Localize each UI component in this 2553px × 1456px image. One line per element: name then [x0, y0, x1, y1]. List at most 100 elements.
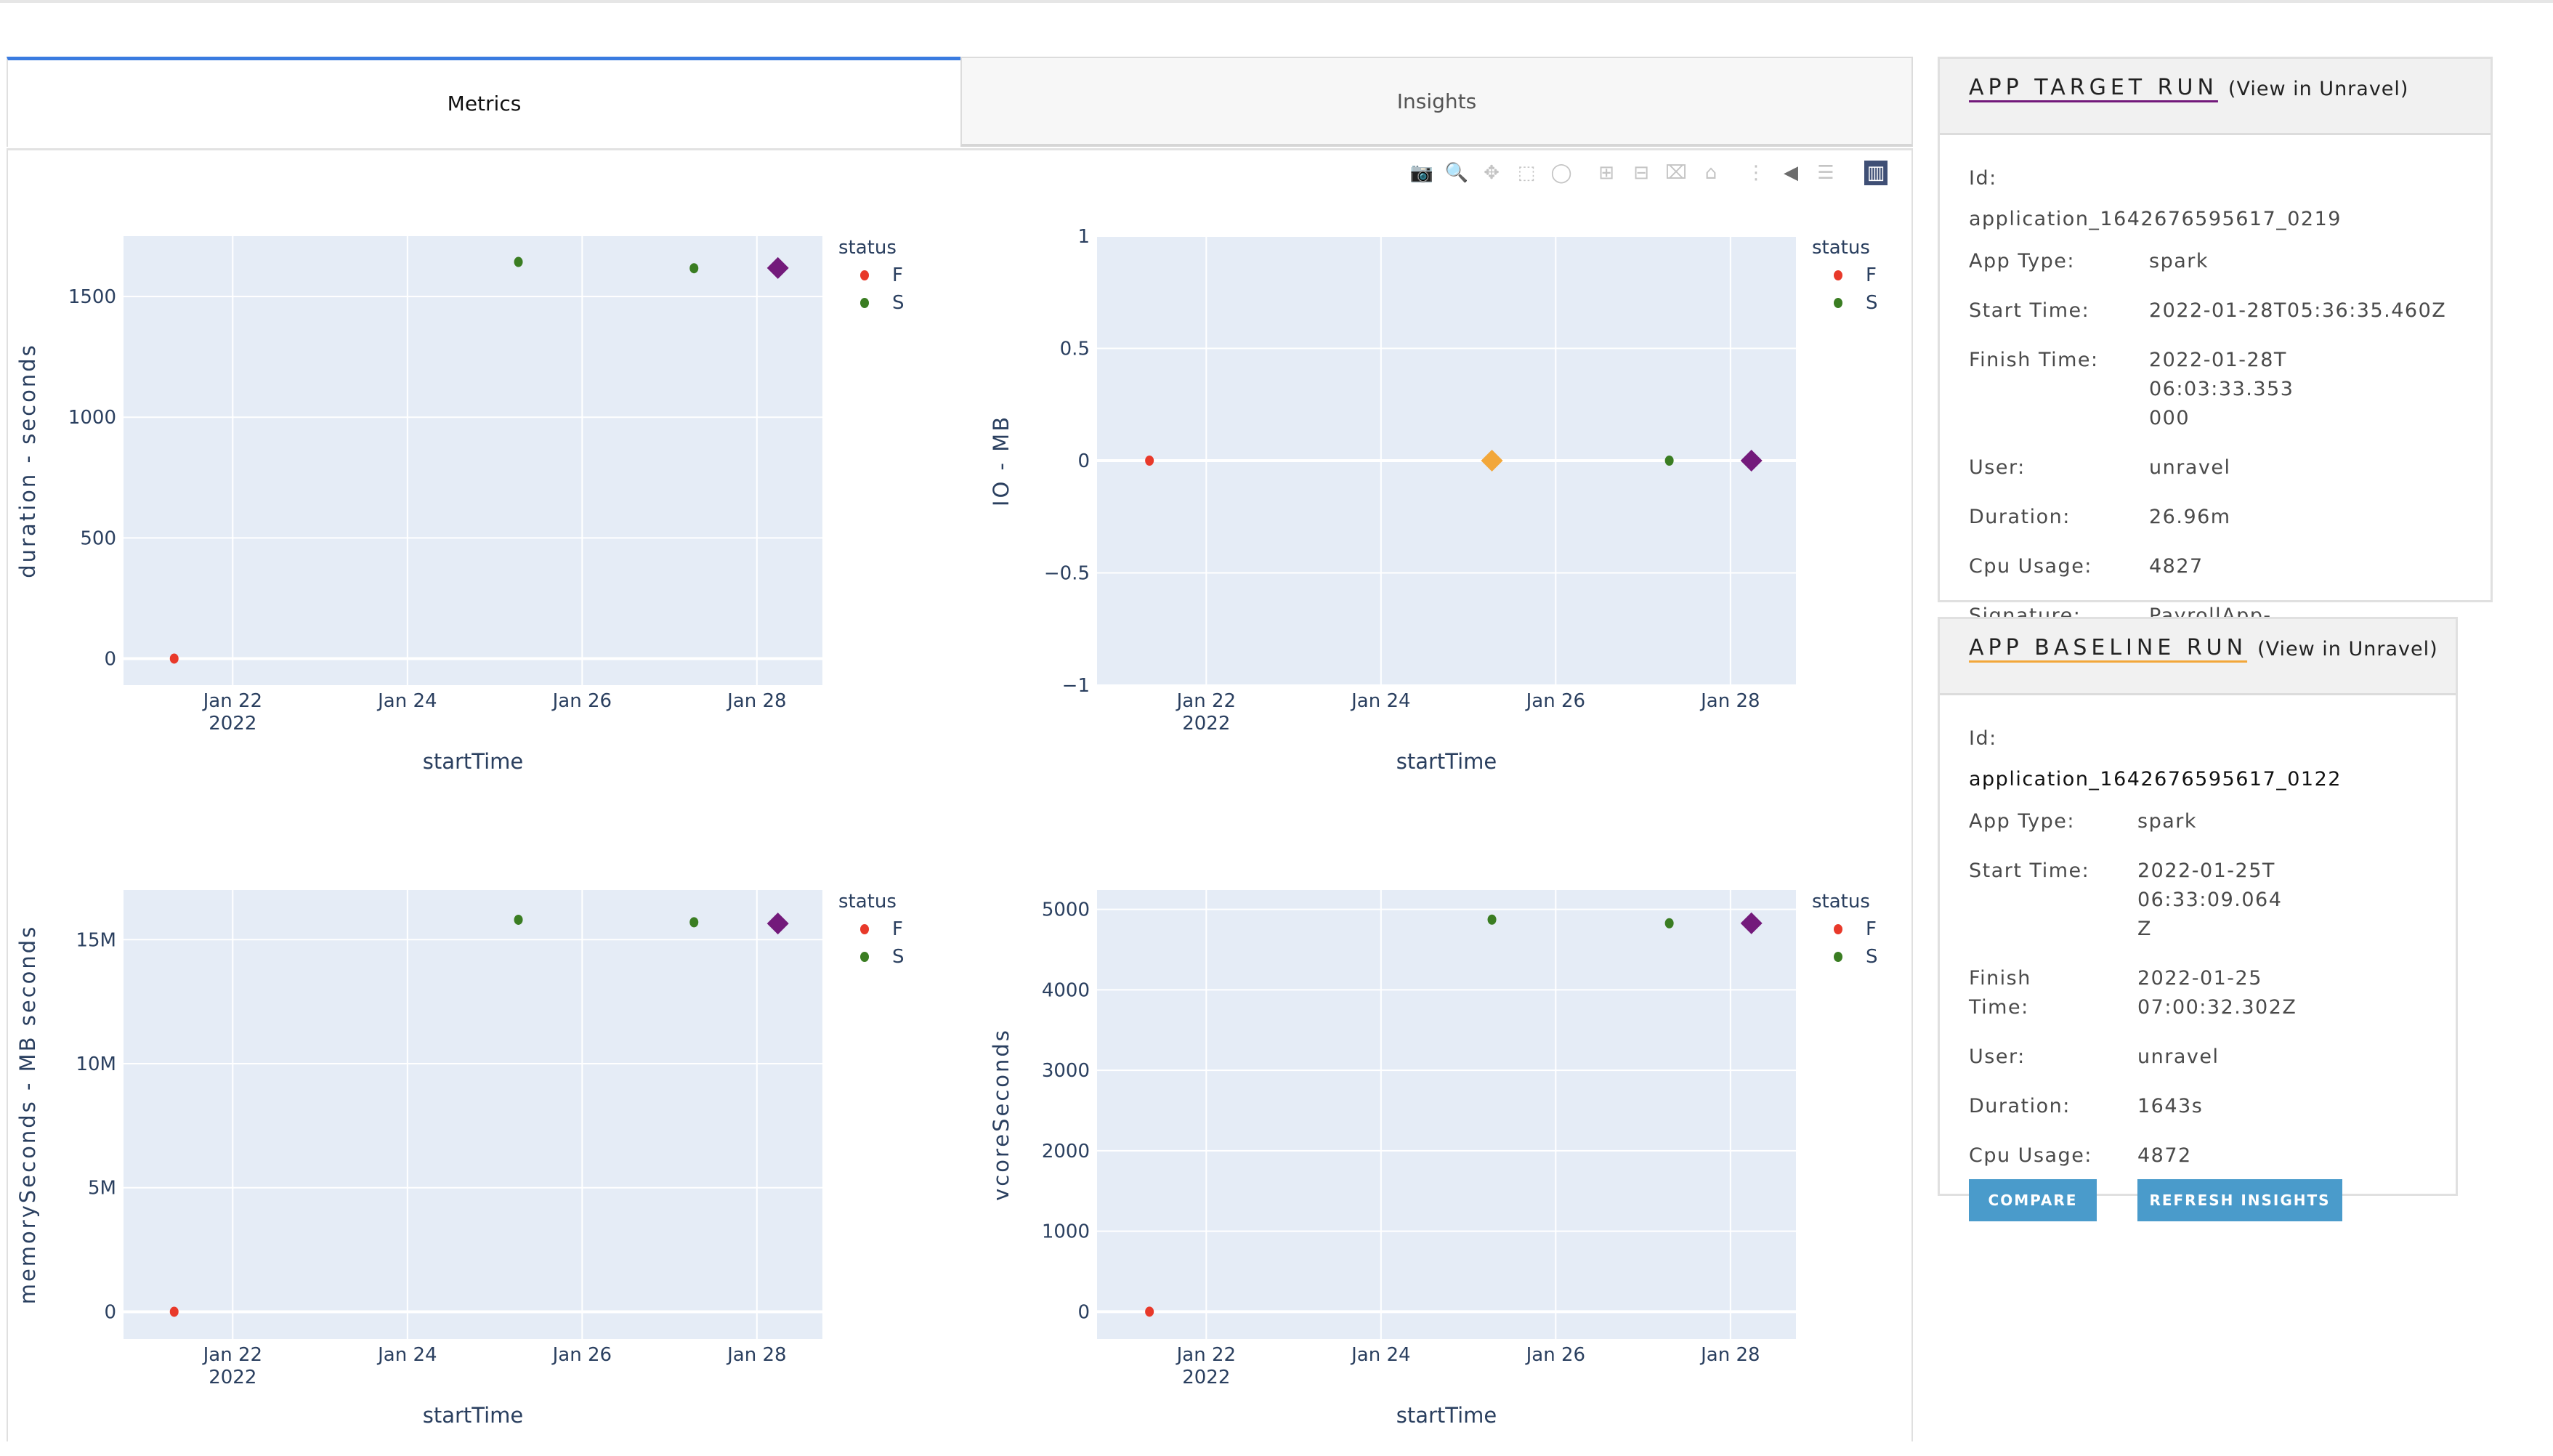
legend-label[interactable]: F	[1866, 264, 1877, 286]
x-tick-label: 2022	[209, 713, 256, 735]
y-tick-label: −1	[1062, 675, 1090, 697]
x-tick-label: 2022	[1182, 1367, 1230, 1388]
duration-chart: Jan 22 2022 Jan 24 Jan 26 Jan 28 0 500 1000 1500…	[0, 218, 959, 799]
y-tick-label: 0	[104, 648, 116, 670]
field-value: 4827	[2149, 555, 2204, 578]
plot-area[interactable]	[124, 236, 822, 685]
view-in-unravel-link[interactable]: (View in Unravel)	[2257, 638, 2438, 660]
reset-axes-icon[interactable]: ⌂	[1699, 161, 1723, 185]
field-row: Start Time: 2022-01-28T05:36:35.460Z	[1969, 296, 2461, 325]
legend-label[interactable]: S	[892, 292, 905, 314]
field-value: unravel	[2137, 1046, 2220, 1068]
field-label: App Type:	[1969, 250, 2075, 272]
field-label: User:	[1969, 1046, 2026, 1068]
refresh-insights-button[interactable]: REFRESH INSIGHTS	[2137, 1179, 2342, 1221]
tab-bar: Metrics Insights	[7, 57, 1913, 148]
x-tick-label: Jan 24	[1350, 690, 1410, 712]
x-axis-title: startTime	[1396, 1403, 1497, 1428]
pan-icon[interactable]: ✥	[1479, 161, 1504, 185]
id-value: application_1642676595617_0122	[1969, 768, 2342, 790]
y-tick-label: 0	[104, 1301, 116, 1323]
x-tick-label: Jan 28	[1699, 1344, 1760, 1366]
io-chart: Jan 22 2022 Jan 24 Jan 26 Jan 28 −1 −0.5 0 0.5 1 s…	[974, 218, 1933, 799]
vcore-seconds-chart: Jan 22 2022 Jan 24 Jan 26 Jan 28 0 1000 2000 300…	[974, 872, 1933, 1441]
field-label: Start Time:	[1969, 860, 2090, 882]
data-point-F[interactable]	[1145, 1306, 1154, 1317]
data-point-S[interactable]	[1664, 456, 1674, 466]
chart-svg: Jan 222022 Jan 24 Jan 26 Jan 28 −1 −0.5 0 0.5 1 s…	[989, 226, 1878, 774]
data-point-S[interactable]	[514, 256, 523, 267]
legend-marker[interactable]	[1834, 924, 1842, 934]
x-tick-label: Jan 26	[551, 1344, 612, 1366]
zoom-in-icon[interactable]: ⊞	[1594, 161, 1619, 185]
plot-area[interactable]	[124, 890, 822, 1339]
zoom-icon[interactable]: 🔍	[1444, 161, 1469, 185]
legend-label[interactable]: F	[892, 918, 903, 940]
legend-marker[interactable]	[1834, 298, 1842, 308]
x-tick-label: Jan 22	[202, 690, 262, 712]
button-row: COMPARE REFRESH INSIGHTS	[1969, 1179, 2427, 1221]
chart-svg: Jan 222022 Jan 24 Jan 26 Jan 28 0 500 1000 1500…	[15, 236, 905, 774]
legend-label[interactable]: F	[892, 264, 903, 286]
baseline-run-title[interactable]: APP BASELINE RUN	[1969, 635, 2247, 660]
lasso-select-icon[interactable]: ◯	[1549, 161, 1574, 185]
data-point-S[interactable]	[689, 917, 699, 928]
legend-label[interactable]: S	[892, 946, 905, 968]
field-row: App Type: spark	[1969, 807, 2427, 836]
field-row: Duration: 26.96m	[1969, 503, 2461, 532]
legend-label[interactable]: S	[1866, 946, 1878, 968]
y-tick-label: 1000	[68, 407, 116, 429]
box-select-icon[interactable]: ⬚	[1514, 161, 1539, 185]
data-point-S[interactable]	[689, 263, 699, 274]
top-divider	[0, 0, 2553, 3]
plot-area[interactable]	[1097, 890, 1796, 1339]
view-in-unravel-link[interactable]: (View in Unravel)	[2228, 78, 2409, 100]
tab-insights[interactable]: Insights	[960, 57, 1913, 147]
tab-metrics[interactable]: Metrics	[7, 57, 960, 147]
target-run-title[interactable]: APP TARGET RUN	[1969, 75, 2218, 100]
y-tick-label: 15M	[76, 929, 116, 951]
hover-compare-icon[interactable]: ☰	[1813, 161, 1838, 185]
card-header: APP BASELINE RUN (View in Unravel)	[1940, 619, 2456, 695]
spike-lines-icon[interactable]: ⋮	[1744, 161, 1768, 185]
x-tick-label: Jan 22	[1176, 1344, 1236, 1366]
compare-button[interactable]: COMPARE	[1969, 1179, 2097, 1221]
data-point-S[interactable]	[1664, 918, 1674, 929]
data-point-S[interactable]	[1487, 914, 1497, 925]
field-label: Duration:	[1969, 506, 2071, 528]
y-axis-title: IO - MB	[989, 415, 1013, 506]
legend-marker[interactable]	[1834, 952, 1842, 962]
hover-closest-icon[interactable]: ◀	[1779, 161, 1803, 185]
y-tick-label: 500	[80, 527, 116, 549]
y-tick-label: 1000	[1042, 1221, 1090, 1243]
card-header: APP TARGET RUN (View in Unravel)	[1940, 59, 2491, 135]
field-row: Duration: 1643s	[1969, 1092, 2427, 1121]
field-label: App Type:	[1969, 810, 2075, 833]
data-point-F[interactable]	[169, 1306, 179, 1317]
legend-label[interactable]: F	[1866, 918, 1877, 940]
legend-label[interactable]: S	[1866, 292, 1878, 314]
field-row: Finish Time: 2022-01-25 07:00:32.302Z	[1969, 964, 2427, 1022]
legend-marker[interactable]	[860, 952, 869, 962]
field-value: spark	[2137, 810, 2197, 833]
autoscale-icon[interactable]: ⌧	[1664, 161, 1688, 185]
legend-marker[interactable]	[860, 298, 869, 308]
zoom-out-icon[interactable]: ⊟	[1629, 161, 1654, 185]
y-tick-label: 3000	[1042, 1060, 1090, 1082]
plotly-logo-icon[interactable]: ▥	[1864, 161, 1888, 185]
y-tick-label: 1	[1077, 226, 1090, 248]
x-tick-label: Jan 26	[1525, 690, 1585, 712]
data-point-F[interactable]	[1145, 456, 1154, 466]
legend-marker[interactable]	[860, 270, 869, 280]
legend-marker[interactable]	[1834, 270, 1842, 280]
data-point-S[interactable]	[514, 914, 523, 925]
data-point-F[interactable]	[169, 653, 179, 664]
y-tick-label: 5M	[88, 1178, 116, 1200]
x-tick-label: Jan 28	[726, 1344, 786, 1366]
camera-icon[interactable]: 📷	[1409, 161, 1434, 185]
y-axis-title: vcoreSeconds	[989, 1028, 1013, 1201]
field-value: 26.96m	[2149, 506, 2231, 528]
field-label: Cpu Usage:	[1969, 1144, 2092, 1167]
chart-svg: Jan 222022 Jan 24 Jan 26 Jan 28 0 5M 10M 15M sta…	[15, 890, 905, 1428]
legend-marker[interactable]	[860, 924, 869, 934]
